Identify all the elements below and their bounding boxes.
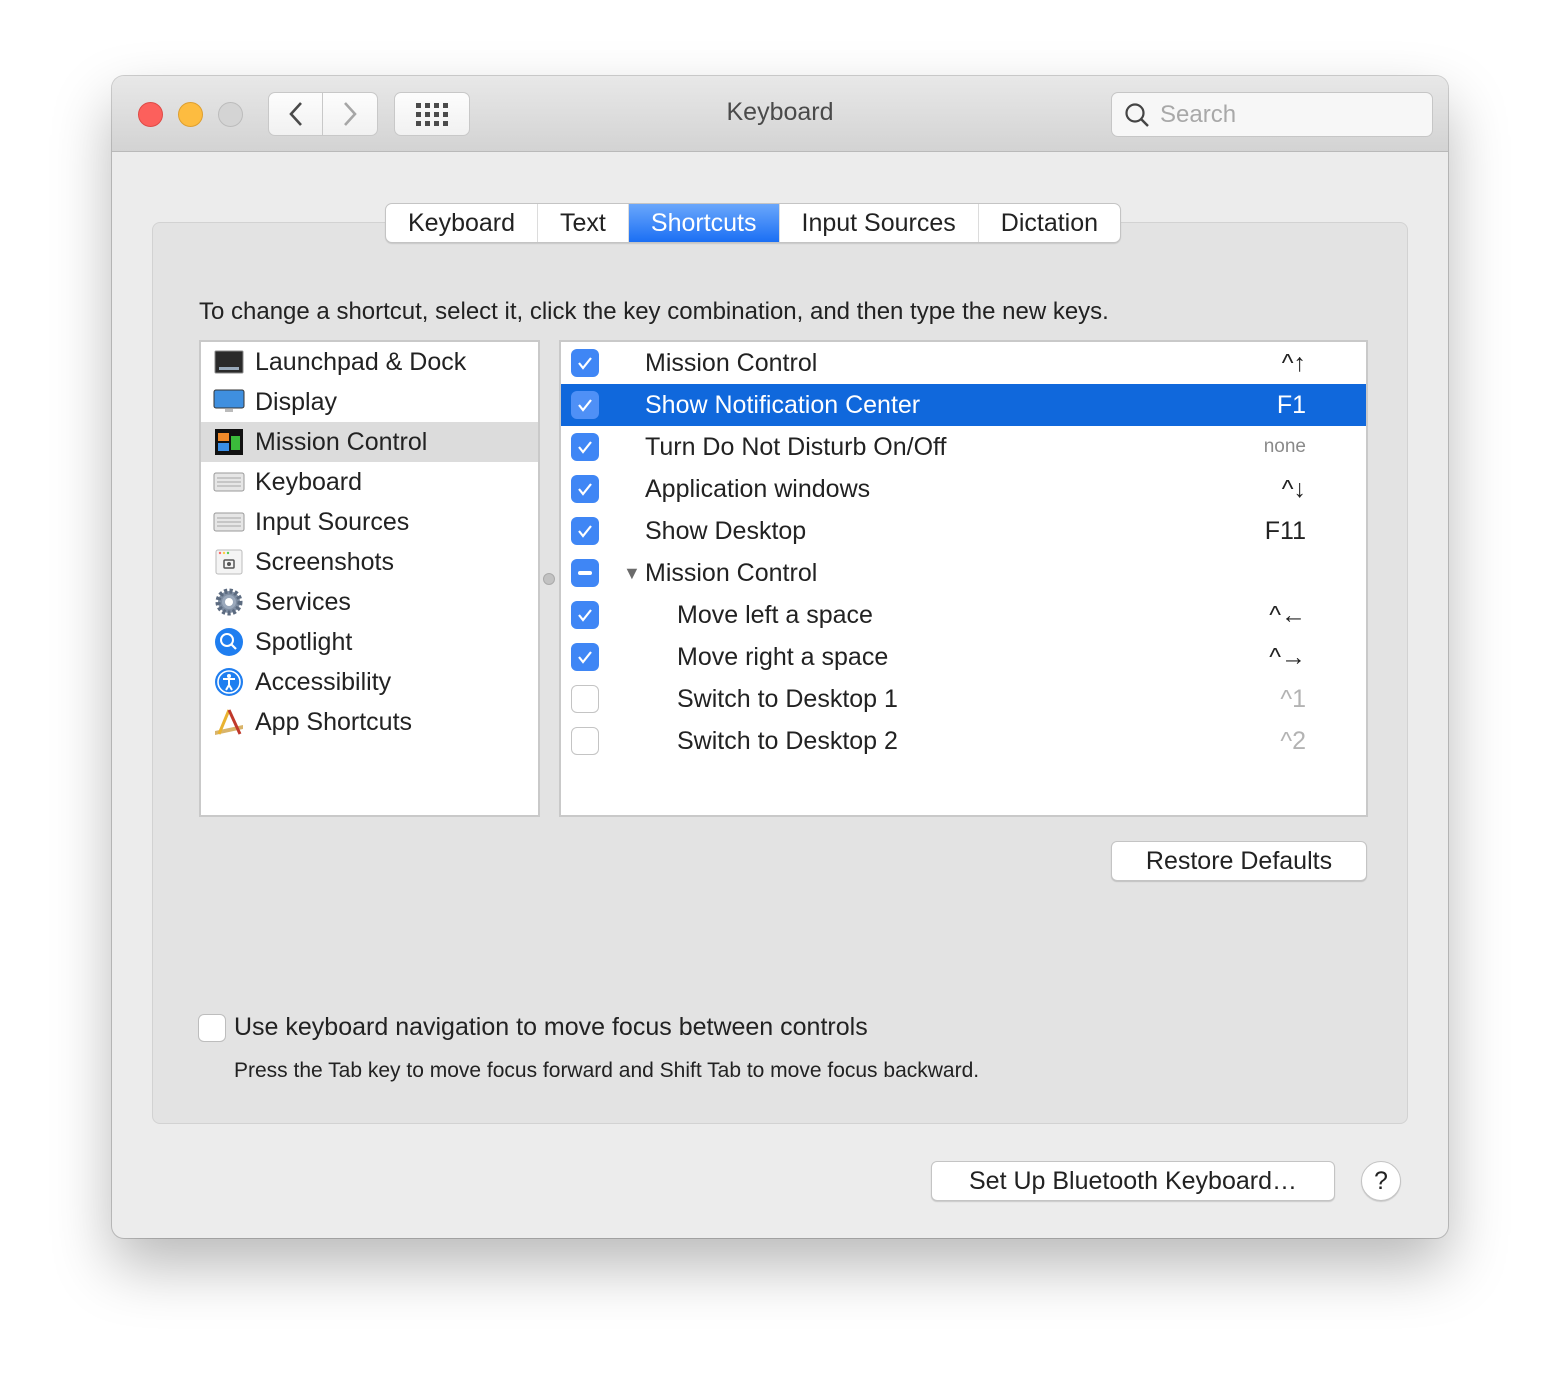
shortcut-label: Turn Do Not Disturb On/Off — [645, 432, 947, 461]
shortcut-key[interactable]: F1 — [1277, 391, 1306, 420]
shortcut-list: Mission Control ^↑ Show Notification Cen… — [559, 340, 1368, 817]
accessibility-icon — [213, 668, 245, 696]
shortcut-key[interactable]: ^↓ — [1282, 475, 1306, 504]
category-launchpad-dock[interactable]: Launchpad & Dock — [201, 342, 538, 382]
category-label: App Shortcuts — [255, 707, 413, 736]
shortcut-row-show-desktop[interactable]: Show Desktop F11 — [561, 510, 1366, 552]
checkmark-icon — [578, 357, 592, 370]
shortcut-checkbox[interactable] — [571, 643, 599, 671]
category-accessibility[interactable]: Accessibility — [201, 662, 538, 702]
keyboard-navigation-description: Press the Tab key to move focus forward … — [234, 1059, 980, 1082]
tab-bar: Keyboard Text Shortcuts Input Sources Di… — [385, 203, 1122, 243]
shortcut-row-move-right-space[interactable]: Move right a space ^→ — [561, 636, 1366, 678]
tab-text[interactable]: Text — [538, 204, 629, 242]
search-field[interactable] — [1111, 92, 1433, 137]
category-label: Keyboard — [255, 467, 363, 496]
checkmark-icon — [578, 651, 592, 664]
tab-dictation[interactable]: Dictation — [979, 204, 1120, 242]
mission-control-icon — [213, 428, 245, 456]
shortcut-label: Application windows — [645, 474, 871, 503]
shortcut-row-mission-control[interactable]: Mission Control ^↑ — [561, 342, 1366, 384]
category-spotlight[interactable]: Spotlight — [201, 622, 538, 662]
shortcut-label: Move right a space — [677, 642, 889, 671]
search-icon — [1125, 102, 1149, 127]
disclosure-triangle-icon[interactable]: ▼ — [623, 563, 641, 584]
display-icon — [213, 388, 245, 416]
shortcut-category-list: Launchpad & Dock Display Mission Control… — [199, 340, 540, 817]
screenshots-icon — [213, 548, 245, 576]
keyboard-preferences-window: Keyboard Keyboard Text Shortcuts Input S… — [112, 76, 1448, 1238]
services-gear-icon — [213, 588, 245, 616]
shortcut-label: Move left a space — [677, 600, 873, 629]
shortcut-row-move-left-space[interactable]: Move left a space ^← — [561, 594, 1366, 636]
instructions-text: To change a shortcut, select it, click t… — [199, 298, 1109, 325]
shortcut-key[interactable]: ^2 — [1280, 727, 1306, 756]
category-label: Launchpad & Dock — [255, 347, 467, 376]
shortcut-key[interactable]: ^→ — [1269, 643, 1306, 672]
tab-input-sources[interactable]: Input Sources — [780, 204, 979, 242]
shortcut-key[interactable]: none — [1264, 436, 1306, 458]
keyboard-navigation-checkbox[interactable] — [198, 1013, 226, 1042]
shortcut-key[interactable]: F11 — [1265, 517, 1306, 546]
shortcut-checkbox[interactable] — [571, 349, 599, 377]
title-bar: Keyboard — [112, 76, 1448, 152]
checkmark-icon — [578, 399, 592, 412]
checkmark-icon — [578, 525, 592, 538]
shortcut-label: Show Notification Center — [645, 390, 921, 419]
shortcut-label: Mission Control — [645, 348, 818, 377]
category-app-shortcuts[interactable]: App Shortcuts — [201, 702, 538, 742]
spotlight-icon — [213, 628, 245, 656]
keyboard-navigation-label[interactable]: Use keyboard navigation to move focus be… — [234, 1013, 868, 1042]
shortcut-label: Show Desktop — [645, 516, 807, 545]
checkmark-icon — [578, 441, 592, 454]
shortcut-group-mission-control[interactable]: ▼ Mission Control — [561, 552, 1366, 594]
launchpad-dock-icon — [213, 348, 245, 376]
category-screenshots[interactable]: Screenshots — [201, 542, 538, 582]
category-mission-control[interactable]: Mission Control — [201, 422, 538, 462]
category-label: Screenshots — [255, 547, 394, 576]
shortcut-checkbox[interactable] — [571, 433, 599, 461]
category-keyboard[interactable]: Keyboard — [201, 462, 538, 502]
shortcut-row-do-not-disturb[interactable]: Turn Do Not Disturb On/Off none — [561, 426, 1366, 468]
checkmark-icon — [578, 483, 592, 496]
shortcut-row-switch-desktop-2[interactable]: Switch to Desktop 2 ^2 — [561, 720, 1366, 762]
help-button[interactable]: ? — [1361, 1161, 1401, 1201]
split-view-divider-handle[interactable] — [543, 573, 555, 585]
shortcut-checkbox[interactable] — [571, 391, 599, 419]
shortcut-row-switch-desktop-1[interactable]: Switch to Desktop 1 ^1 — [561, 678, 1366, 720]
shortcut-checkbox[interactable] — [571, 475, 599, 503]
restore-defaults-button[interactable]: Restore Defaults — [1111, 841, 1367, 881]
category-label: Spotlight — [255, 627, 353, 656]
shortcut-key[interactable]: ^1 — [1280, 685, 1306, 714]
app-shortcuts-icon — [213, 708, 245, 736]
shortcut-row-application-windows[interactable]: Application windows ^↓ — [561, 468, 1366, 510]
shortcut-label: Switch to Desktop 2 — [677, 726, 898, 755]
category-input-sources[interactable]: Input Sources — [201, 502, 538, 542]
category-display[interactable]: Display — [201, 382, 538, 422]
shortcut-checkbox[interactable] — [571, 517, 599, 545]
set-up-bluetooth-keyboard-button[interactable]: Set Up Bluetooth Keyboard… — [931, 1161, 1335, 1201]
keyboard-navigation-option: Use keyboard navigation to move focus be… — [198, 1013, 868, 1042]
keyboard-icon — [213, 468, 245, 496]
tab-keyboard[interactable]: Keyboard — [386, 204, 539, 242]
input-sources-icon — [213, 508, 245, 536]
category-label: Input Sources — [255, 507, 410, 536]
tab-shortcuts[interactable]: Shortcuts — [628, 204, 780, 242]
group-mixed-checkbox[interactable] — [571, 559, 599, 587]
category-label: Accessibility — [255, 667, 392, 696]
shortcut-checkbox[interactable] — [571, 685, 599, 713]
checkmark-icon — [578, 609, 592, 622]
category-services[interactable]: Services — [201, 582, 538, 622]
category-label: Services — [255, 587, 351, 616]
category-label: Display — [255, 387, 337, 416]
shortcut-group-label: Mission Control — [645, 558, 818, 587]
shortcut-label: Switch to Desktop 1 — [677, 684, 898, 713]
search-input[interactable] — [1160, 100, 1420, 129]
shortcut-key[interactable]: ^← — [1269, 601, 1306, 630]
shortcut-checkbox[interactable] — [571, 727, 599, 755]
category-label: Mission Control — [255, 427, 428, 456]
shortcut-key[interactable]: ^↑ — [1282, 349, 1306, 378]
shortcut-checkbox[interactable] — [571, 601, 599, 629]
shortcut-row-show-notification-center[interactable]: Show Notification Center F1 — [561, 384, 1366, 426]
